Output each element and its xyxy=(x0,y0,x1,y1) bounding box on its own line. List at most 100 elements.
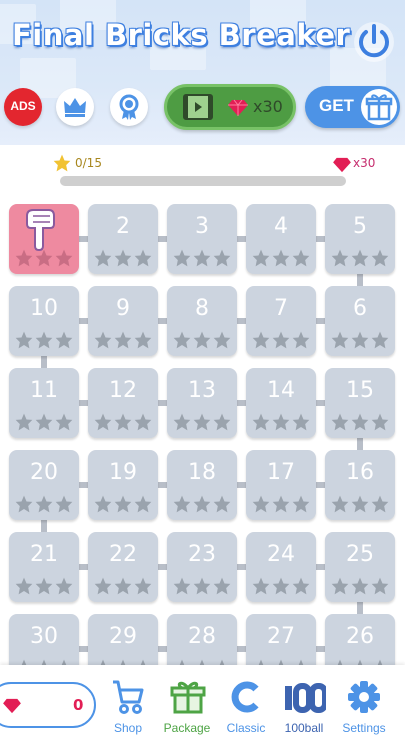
level-button[interactable]: 18 xyxy=(167,450,237,520)
level-number: 30 xyxy=(30,624,58,649)
star-icon xyxy=(370,330,390,350)
level-button[interactable]: 23 xyxy=(167,532,237,602)
level-stars xyxy=(172,412,232,432)
level-stars xyxy=(14,576,74,596)
level-number: 4 xyxy=(274,214,288,239)
star-icon xyxy=(251,330,271,350)
nav-shop-label: Shop xyxy=(113,721,143,735)
level-button[interactable]: 20 xyxy=(9,450,79,520)
get-gift-button[interactable]: GET xyxy=(305,86,400,128)
star-icon xyxy=(34,412,54,432)
star-icon xyxy=(251,658,271,665)
nav-package-label: Package xyxy=(163,721,211,735)
level-button[interactable]: 4 xyxy=(246,204,316,274)
star-icon xyxy=(271,576,291,596)
nav-shop[interactable]: Shop xyxy=(96,676,160,740)
star-icon xyxy=(93,576,113,596)
star-icon xyxy=(251,576,271,596)
level-button[interactable]: 5 xyxy=(325,204,395,274)
nav-settings[interactable]: Settings xyxy=(332,676,396,740)
star-icon xyxy=(330,658,350,665)
remove-ads-button[interactable]: ADS xyxy=(4,88,42,126)
level-number: 13 xyxy=(188,378,216,403)
level-button[interactable]: 27 xyxy=(246,614,316,665)
level-button[interactable]: 3 xyxy=(167,204,237,274)
level-button[interactable]: 12 xyxy=(88,368,158,438)
level-button[interactable]: 29 xyxy=(88,614,158,665)
get-label: GET xyxy=(319,96,354,115)
path-connector xyxy=(237,236,246,242)
star-icon xyxy=(54,248,74,268)
level-button[interactable]: 28 xyxy=(167,614,237,665)
star-icon xyxy=(133,248,153,268)
star-icon xyxy=(212,494,232,514)
level-button[interactable]: 24 xyxy=(246,532,316,602)
nav-classic[interactable]: Classic xyxy=(214,676,278,740)
level-button[interactable] xyxy=(9,204,79,274)
level-button[interactable]: 26 xyxy=(325,614,395,665)
video-reward-count: x30 xyxy=(253,97,283,116)
power-button[interactable] xyxy=(352,20,396,64)
level-button[interactable]: 8 xyxy=(167,286,237,356)
level-button[interactable]: 11 xyxy=(9,368,79,438)
star-icon xyxy=(370,658,390,665)
level-button[interactable]: 30 xyxy=(9,614,79,665)
level-grid: 2 3 4 5 10 9 8 7 6 11 12 13 14 15 20 19 18 17 16 21 22 23 24 25… xyxy=(0,190,405,665)
level-button[interactable]: 2 xyxy=(88,204,158,274)
level-button[interactable]: 15 xyxy=(325,368,395,438)
level-button[interactable]: 13 xyxy=(167,368,237,438)
achievement-button[interactable] xyxy=(110,88,148,126)
classic-c-icon xyxy=(231,681,259,713)
path-connector xyxy=(41,356,47,368)
level-button[interactable]: 25 xyxy=(325,532,395,602)
level-button[interactable]: 14 xyxy=(246,368,316,438)
video-icon xyxy=(183,94,213,120)
star-icon xyxy=(212,412,232,432)
nav-100ball[interactable]: 100ball xyxy=(272,676,336,740)
level-button[interactable]: 17 xyxy=(246,450,316,520)
nav-package[interactable]: Package xyxy=(155,676,219,740)
level-button[interactable]: 22 xyxy=(88,532,158,602)
level-button[interactable]: 19 xyxy=(88,450,158,520)
star-progress-bar xyxy=(60,176,346,186)
path-connector xyxy=(316,646,325,652)
level-stars xyxy=(330,248,390,268)
path-connector xyxy=(237,482,246,488)
path-connector xyxy=(158,236,167,242)
star-icon xyxy=(133,658,153,665)
crown-button[interactable] xyxy=(56,88,94,126)
star-icon xyxy=(34,330,54,350)
watch-video-button[interactable]: x30 xyxy=(164,84,296,130)
star-icon xyxy=(172,248,192,268)
level-button[interactable]: 9 xyxy=(88,286,158,356)
path-connector xyxy=(158,482,167,488)
star-icon xyxy=(350,576,370,596)
star-icon xyxy=(54,412,74,432)
level-number: 3 xyxy=(195,214,209,239)
star-icon xyxy=(271,330,291,350)
star-icon xyxy=(93,412,113,432)
path-connector xyxy=(41,520,47,532)
level-stars xyxy=(330,576,390,596)
star-icon xyxy=(133,494,153,514)
path-connector xyxy=(79,482,88,488)
path-connector xyxy=(237,564,246,570)
gift-icon xyxy=(170,681,206,714)
level-button[interactable]: 7 xyxy=(246,286,316,356)
level-button[interactable]: 21 xyxy=(9,532,79,602)
level-number: 22 xyxy=(109,542,137,567)
level-button[interactable]: 6 xyxy=(325,286,395,356)
level-button[interactable]: 16 xyxy=(325,450,395,520)
level-number: 12 xyxy=(109,378,137,403)
star-icon xyxy=(192,658,212,665)
path-connector xyxy=(237,646,246,652)
level-number: 6 xyxy=(353,296,367,321)
level-number: 5 xyxy=(353,214,367,239)
star-icon xyxy=(330,412,350,432)
level-button[interactable]: 10 xyxy=(9,286,79,356)
star-icon xyxy=(271,412,291,432)
level-number: 25 xyxy=(346,542,374,567)
star-icon xyxy=(53,154,71,172)
path-connector xyxy=(237,318,246,324)
gem-wallet[interactable]: 0 xyxy=(0,682,96,728)
